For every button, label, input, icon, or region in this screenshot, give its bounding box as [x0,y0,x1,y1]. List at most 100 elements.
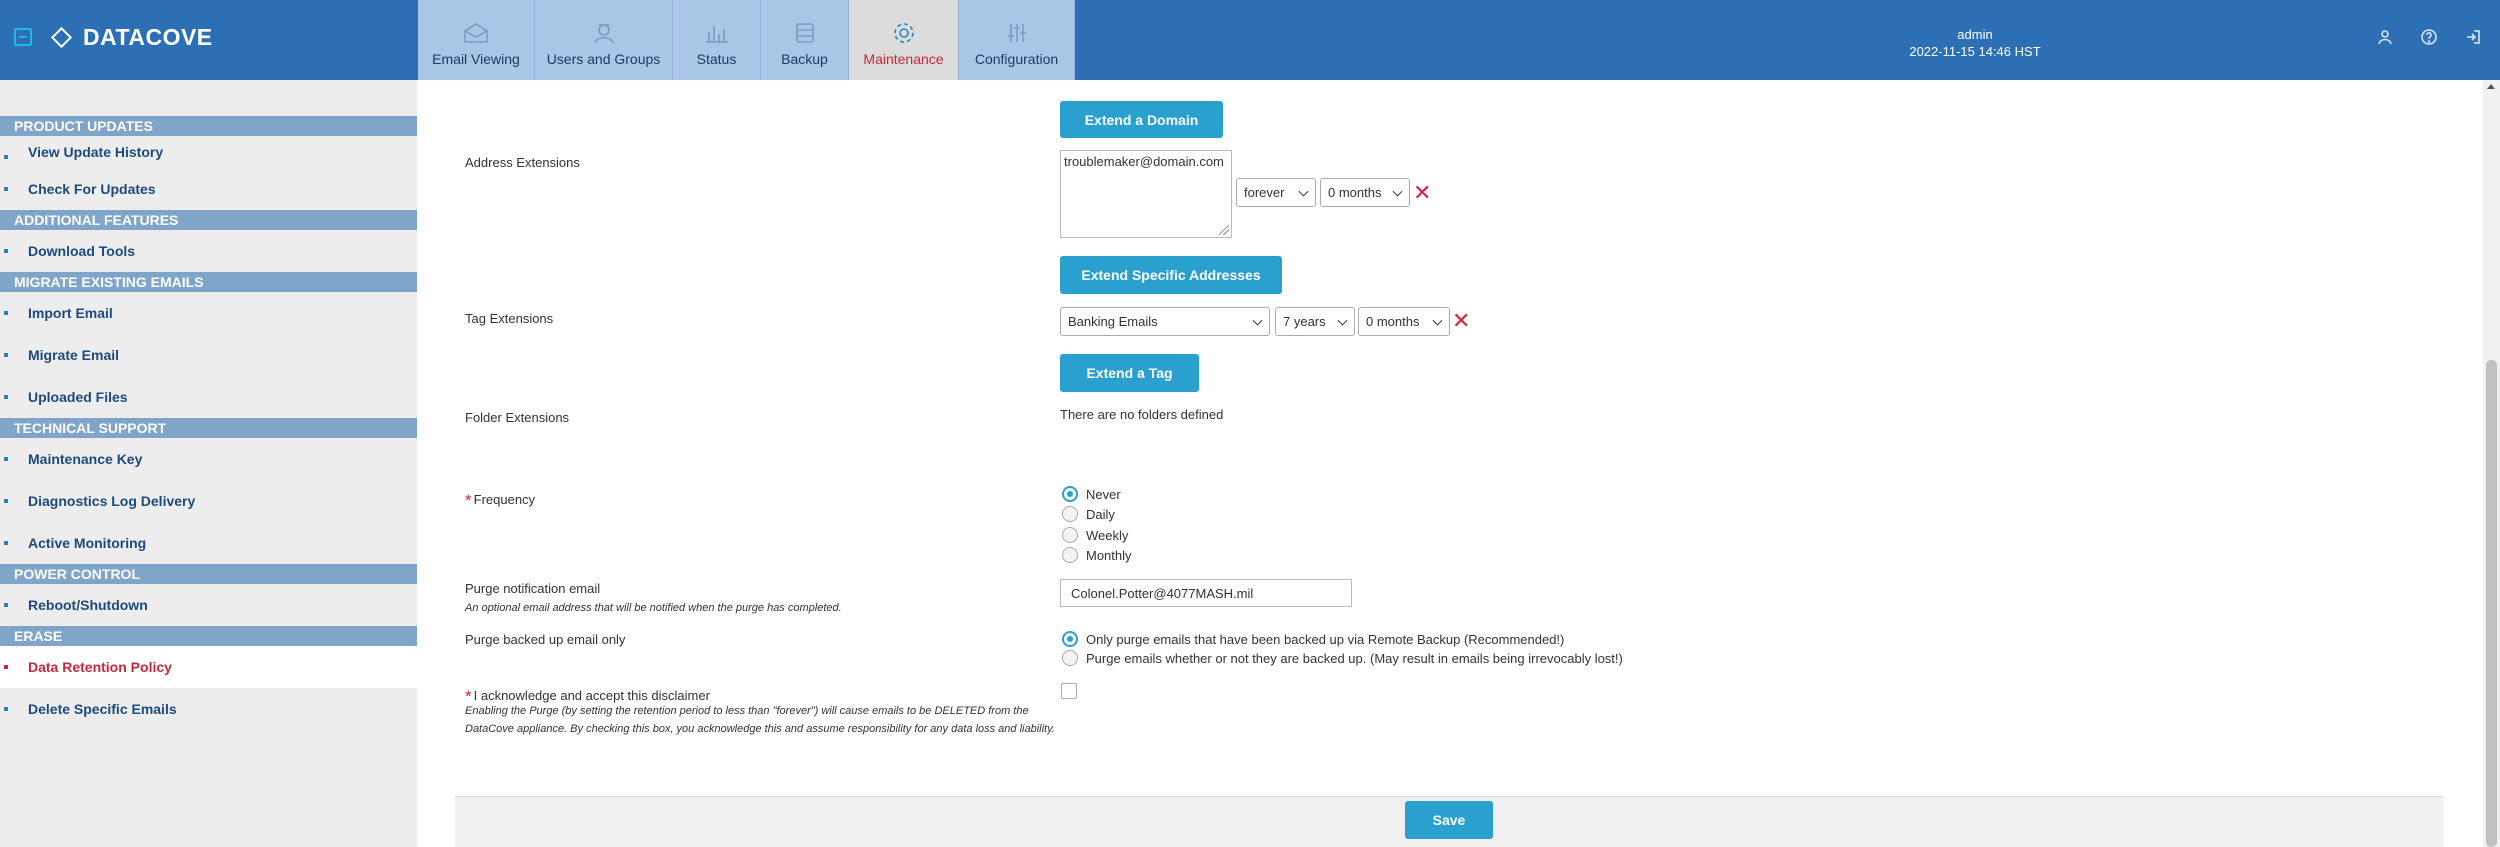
tag-years-select[interactable]: 7 years [1275,307,1355,336]
brand-name: DATACOVE [83,23,213,50]
tag-extensions-label: Tag Extensions [465,311,554,326]
radio-label: Monthly [1086,547,1132,563]
gear-icon [890,21,918,45]
user-profile-icon[interactable] [2376,28,2394,46]
sidebar-item-label: Check For Updates [28,181,156,197]
sidebar-item-check-for-updates[interactable]: Check For Updates [0,168,417,210]
textarea-value: troublemaker@domain.com [1064,154,1224,169]
chevron-down-icon [1392,186,1403,197]
scrollbar-thumb[interactable] [2486,360,2497,847]
radio-button[interactable] [1062,527,1078,543]
sidebar-section-technical-support: TECHNICAL SUPPORT [0,418,417,438]
address-months-select[interactable]: 0 months [1320,178,1410,207]
purge-option-backed-up-only[interactable]: Only purge emails that have been backed … [1062,631,1564,647]
tab-users-and-groups[interactable]: Users and Groups [535,0,673,80]
radio-button[interactable] [1062,506,1078,522]
tab-label: Users and Groups [546,51,661,67]
disclaimer-label-text: I acknowledge and accept this disclaimer [473,688,710,703]
tag-select[interactable]: Banking Emails [1060,307,1270,336]
tab-label: Configuration [974,51,1059,67]
radio-label: Never [1086,486,1121,502]
select-value: Banking Emails [1068,314,1158,329]
purge-email-label: Purge notification email [465,581,601,596]
sidebar-item-active-monitoring[interactable]: Active Monitoring [0,522,417,564]
frequency-option-monthly[interactable]: Monthly [1062,547,1132,563]
sidebar-item-delete-specific-emails[interactable]: Delete Specific Emails [0,688,417,730]
frequency-option-never[interactable]: Never [1062,486,1121,502]
extend-domain-button[interactable]: Extend a Domain [1060,101,1223,138]
sidebar-item-label: Uploaded Files [28,389,128,405]
required-mark: * [465,491,472,510]
sidebar-section-power-control: POWER CONTROL [0,564,417,584]
select-value: 0 months [1366,314,1420,329]
scroll-up-arrow-icon[interactable] [2487,84,2495,89]
radio-label: Only purge emails that have been backed … [1086,631,1565,647]
tab-label: Maintenance [863,51,944,67]
purge-notification-email-input[interactable]: Colonel.Potter@4077MASH.mil [1060,579,1352,607]
menu-toggle-icon[interactable] [14,28,32,46]
sidebar-item-import-email[interactable]: Import Email [0,292,417,334]
frequency-option-daily[interactable]: Daily [1062,506,1115,522]
sidebar-item-label: Data Retention Policy [28,659,172,675]
sidebar-item-label: Delete Specific Emails [28,701,177,717]
address-years-select[interactable]: forever [1236,178,1316,207]
sidebar: PRODUCT UPDATES View Update History Chec… [0,80,417,847]
purge-email-help: An optional email address that will be n… [465,602,842,614]
sidebar-item-label: Active Monitoring [28,535,147,551]
sidebar-section-product-updates: PRODUCT UPDATES [0,116,417,136]
tab-status[interactable]: Status [673,0,761,80]
remove-address-icon[interactable]: ✕ [1413,182,1431,204]
sidebar-item-migrate-email[interactable]: Migrate Email [0,334,417,376]
logout-icon[interactable] [2464,28,2482,46]
tab-configuration[interactable]: Configuration [959,0,1075,80]
help-icon[interactable] [2420,28,2438,46]
purge-option-all[interactable]: Purge emails whether or not they are bac… [1062,650,1623,666]
tab-label: Backup [781,51,828,67]
disclaimer-text: Enabling the Purge (by setting the reten… [465,705,1055,735]
radio-button[interactable] [1062,631,1078,647]
radio-button[interactable] [1062,650,1078,666]
main-scrollbar[interactable] [2483,80,2500,847]
tab-maintenance[interactable]: Maintenance [849,0,959,80]
sidebar-item-label: Migrate Email [28,347,120,363]
radio-label: Weekly [1086,527,1129,543]
save-button[interactable]: Save [1405,801,1493,839]
envelope-icon [462,21,490,45]
brand-logo[interactable]: DATACOVE [50,22,213,52]
tab-email-viewing[interactable]: Email Viewing [418,0,535,80]
sidebar-item-maintenance-key[interactable]: Maintenance Key [0,438,417,480]
address-extensions-textarea[interactable]: troublemaker@domain.com [1060,150,1232,238]
chevron-down-icon [1298,186,1309,197]
chevron-down-icon [1252,315,1263,326]
extend-tag-button[interactable]: Extend a Tag [1060,354,1199,392]
user-info: admin 2022-11-15 14:46 HST [1880,26,2070,60]
radio-button[interactable] [1062,486,1078,502]
tab-backup[interactable]: Backup [761,0,849,80]
remove-tag-icon[interactable]: ✕ [1452,310,1470,332]
sidebar-item-view-update-history[interactable]: View Update History [0,136,417,168]
bar-chart-icon [703,21,731,45]
sidebar-item-label: Import Email [28,305,113,321]
diamond-logo-icon [50,26,73,48]
disclaimer-checkbox[interactable] [1061,683,1077,699]
header-datetime: 2022-11-15 14:46 HST [1909,44,2041,59]
chevron-down-icon [1337,315,1348,326]
sidebar-item-data-retention-policy[interactable]: Data Retention Policy [0,646,417,688]
select-value: forever [1244,185,1285,200]
sidebar-item-download-tools[interactable]: Download Tools [0,230,417,272]
folder-extensions-label: Folder Extensions [465,410,570,425]
radio-label: Daily [1086,506,1115,522]
tag-months-select[interactable]: 0 months [1358,307,1450,336]
resize-grip-icon[interactable] [1219,225,1229,235]
sidebar-item-reboot-shutdown[interactable]: Reboot/Shutdown [0,584,417,626]
input-value: Colonel.Potter@4077MASH.mil [1071,585,1254,601]
main-nav-tabs: Email Viewing Users and Groups Status Ba… [418,0,1075,80]
tab-label: Status [696,51,737,67]
sidebar-item-diagnostics-log-delivery[interactable]: Diagnostics Log Delivery [0,480,417,522]
radio-button[interactable] [1062,547,1078,563]
chevron-down-icon [1432,315,1443,326]
sidebar-item-uploaded-files[interactable]: Uploaded Files [0,376,417,418]
frequency-option-weekly[interactable]: Weekly [1062,527,1128,543]
extend-specific-addresses-button[interactable]: Extend Specific Addresses [1060,256,1282,294]
sliders-icon [1003,21,1031,45]
